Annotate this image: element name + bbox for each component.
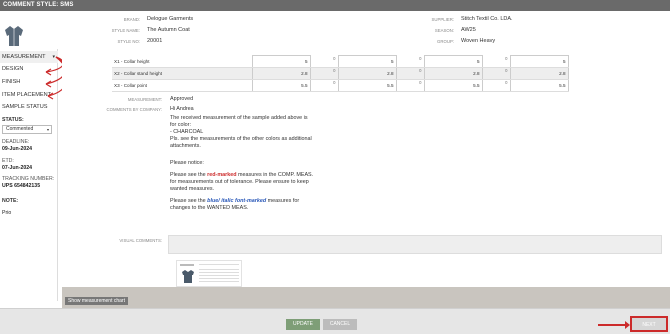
etd-label: ETD: [2, 158, 14, 164]
measurement-status-value: Approved [170, 96, 194, 102]
supplier-value: Stitch Textil Co. LDA. [461, 16, 513, 22]
style-no-label: STYLE NO: [117, 39, 140, 44]
style-header: BRAND: Delogue Garments STYLE NAME: The … [0, 11, 670, 47]
measurement-value[interactable]: 5.5 [509, 79, 569, 92]
brand-label: BRAND: [123, 17, 140, 22]
coat-icon [5, 26, 23, 46]
measurement-diff: 0 [396, 79, 424, 92]
season-label: SEASON: [434, 28, 454, 33]
measurement-diff: 0 [482, 55, 510, 68]
cancel-button[interactable]: CANCEL [323, 319, 357, 330]
visual-comments-label: VISUAL COMMENTS: [119, 238, 162, 243]
measurement-name: X2 - Collar stand height [112, 67, 252, 80]
table-row: X1 - Collar height 5 0 5 0 5 0 5 [112, 55, 569, 68]
measurement-diff: 0 [310, 55, 338, 68]
sidebar-item-label: SAMPLE STATUS [2, 104, 48, 110]
measurement-value[interactable]: 5 [423, 55, 483, 68]
comments-text: Please see the [170, 172, 208, 178]
measurement-diff: 0 [396, 55, 424, 68]
style-name-label: STYLE NAME: [111, 28, 140, 33]
measurement-value[interactable]: 5.5 [251, 79, 311, 92]
measurement-value[interactable]: 2.8 [423, 67, 483, 80]
comments-red-marked: red-marked [207, 172, 237, 178]
status-select[interactable]: Commented ▾ [2, 125, 52, 134]
sidebar: MEASUREMENT ▾ DESIGN FINISH ITEM PLACEME… [0, 49, 69, 301]
measurement-table: X1 - Collar height 5 0 5 0 5 0 5 X2 - Co… [112, 55, 569, 92]
measurement-diff: 0 [310, 67, 338, 80]
style-no-value: 20001 [147, 38, 163, 44]
table-row: X3 - Collar point 5.5 0 5.5 0 5.5 0 5.5 [112, 79, 569, 92]
measurement-diff: 0 [482, 79, 510, 92]
measurement-value[interactable]: 5.5 [337, 79, 397, 92]
comments-blue-marked: blue/ italic font-marked [207, 198, 267, 204]
supplier-label: SUPPLIER: [431, 17, 454, 22]
sidebar-item-label: FINISH [2, 79, 21, 85]
note-label: NOTE: [2, 198, 19, 204]
group-value: Woven Heavy [461, 38, 496, 44]
chart-toolbar [62, 287, 670, 308]
tracking-label: TRACKING NUMBER: [2, 176, 55, 182]
measurement-value[interactable]: 5 [337, 55, 397, 68]
arrow-right-icon [598, 321, 630, 329]
table-row: X2 - Collar stand height 2.8 0 2.8 0 2.8… [112, 67, 569, 80]
attachment-thumbnail[interactable] [176, 260, 242, 287]
measurement-status-label: MEASUREMENT: [127, 97, 162, 102]
brand-value: Delogue Garments [147, 16, 194, 22]
group-label: GROUP: [437, 39, 454, 44]
comments-greeting: Hi Andrea [170, 106, 194, 112]
measurement-diff: 0 [482, 67, 510, 80]
comments-paragraph: Pls. see the measurements of the other c… [170, 136, 312, 149]
note-value: Prio [2, 210, 12, 216]
measurement-value[interactable]: 5 [251, 55, 311, 68]
comments-body: The received measurement of the sample a… [170, 115, 315, 217]
footer-bar: UPDATE CANCEL NEXT [0, 308, 670, 334]
measurement-name: X1 - Collar height [112, 55, 252, 68]
comments-text: Please see the [170, 198, 208, 204]
comments-label: COMMENTS BY COMPANY: [106, 107, 162, 112]
measurement-diff: 0 [396, 67, 424, 80]
document-preview-icon [180, 264, 239, 283]
measurement-value[interactable]: 2.8 [337, 67, 397, 80]
style-name-value: The Autumn Coat [147, 27, 190, 33]
sidebar-item-sample-status[interactable]: SAMPLE STATUS [0, 101, 58, 113]
measurement-value[interactable]: 5.5 [423, 79, 483, 92]
update-button[interactable]: UPDATE [286, 319, 320, 330]
deadline-label: DEADLINE: [2, 139, 30, 145]
chevron-down-icon: ▾ [46, 127, 49, 132]
next-button[interactable]: NEXT [630, 316, 668, 332]
measurement-value[interactable]: 5 [509, 55, 569, 68]
window-title: COMMENT STYLE: SMS [0, 0, 670, 11]
status-label: STATUS: [2, 117, 24, 123]
etd-value: 07-Jun-2024 [2, 165, 32, 171]
comments-notice: Please notice: [170, 160, 204, 166]
visual-comments-field[interactable] [168, 235, 662, 254]
measurement-diff: 0 [310, 79, 338, 92]
status-select-value: Commented [6, 126, 34, 132]
tracking-value: UPS 654842135 [2, 183, 41, 189]
comments-color-line: - CHARCOAL [170, 129, 204, 135]
measurement-value[interactable]: 2.8 [509, 67, 569, 80]
measurement-value[interactable]: 2.8 [251, 67, 311, 80]
deadline-value: 09-Jun-2024 [2, 146, 32, 152]
comments-paragraph: The received measurement of the sample a… [170, 115, 308, 128]
measurement-name: X3 - Collar point [112, 79, 252, 92]
season-value: AW25 [461, 27, 476, 33]
show-measurement-chart-button[interactable]: Show measurement chart [65, 297, 128, 305]
